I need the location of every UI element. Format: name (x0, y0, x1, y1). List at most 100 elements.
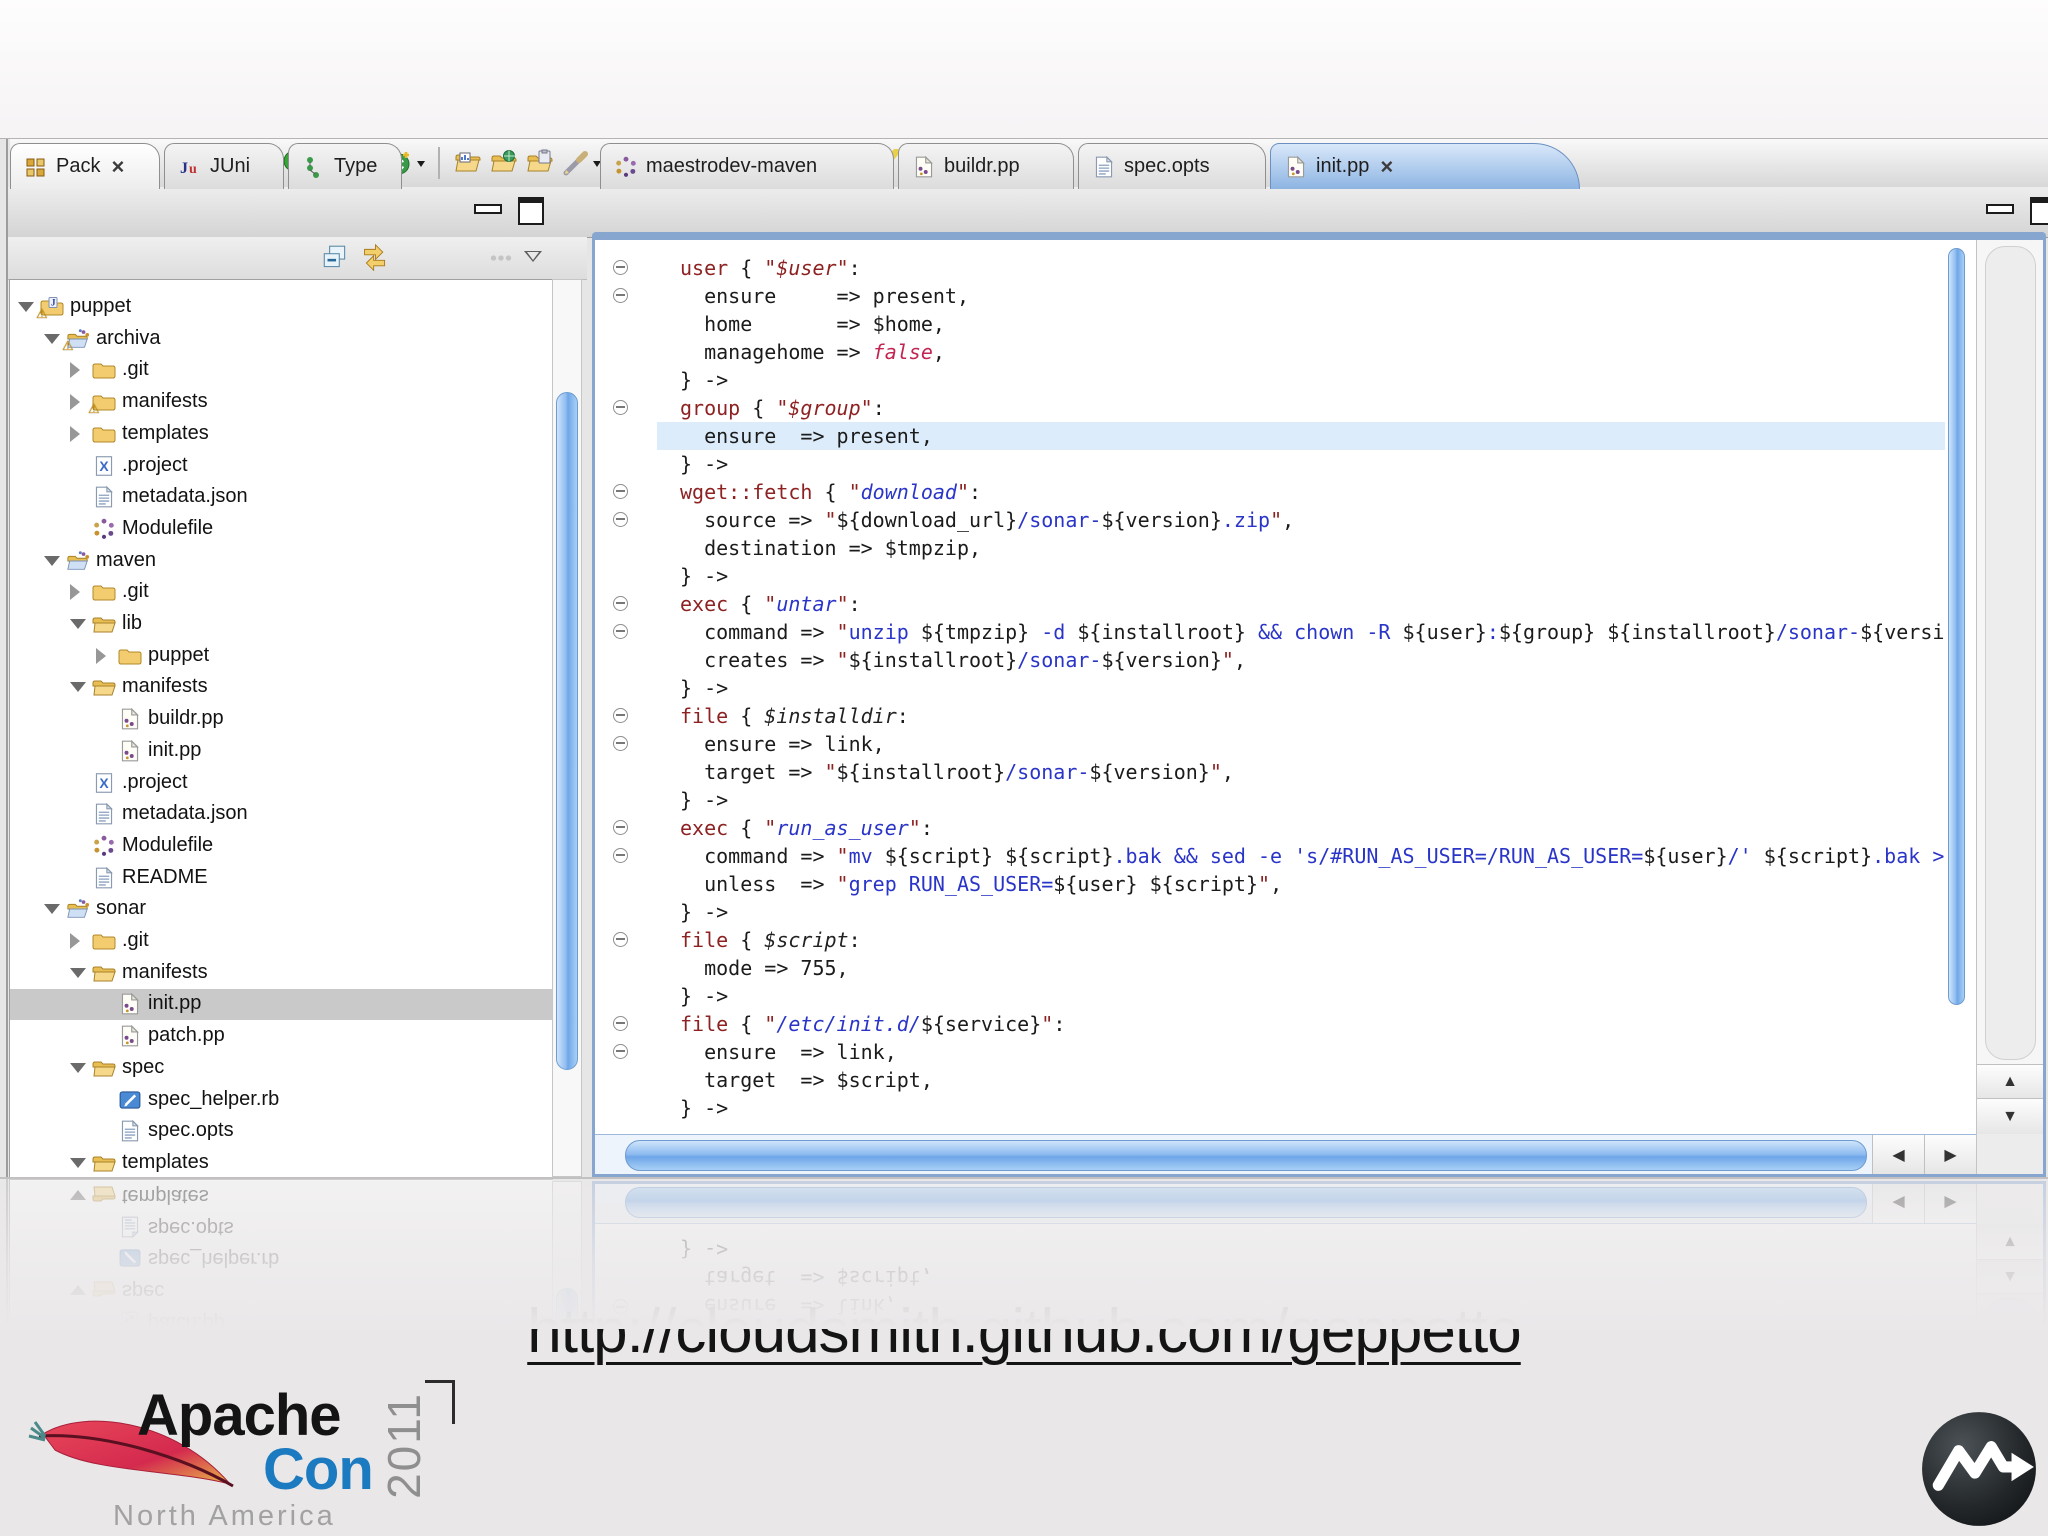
link-with-editor-icon[interactable] (360, 243, 390, 273)
fold-minus-icon[interactable] (613, 288, 628, 303)
tree-item-init-pp[interactable]: init.pp (10, 989, 553, 1020)
svg-text:J: J (51, 298, 56, 308)
expanded-arrow-icon[interactable] (44, 556, 60, 566)
fold-minus-icon[interactable] (613, 820, 628, 835)
tree-item-Modulefile[interactable]: Modulefile (10, 831, 553, 862)
maximize-icon[interactable] (518, 197, 544, 225)
collapsed-arrow-icon[interactable] (70, 584, 80, 600)
editor-tab-maestrodev-maven[interactable]: maestrodev-maven (600, 143, 894, 189)
minimize-icon[interactable] (474, 204, 502, 214)
scroll-down-icon[interactable]: ▼ (1977, 1098, 2043, 1134)
tree-item-init-pp[interactable]: init.pp (10, 736, 553, 767)
fold-minus-icon[interactable] (613, 932, 628, 947)
tree-item-metadata-json[interactable]: metadata.json (10, 482, 553, 513)
tree-item-archiva[interactable]: ⚠ archiva (10, 324, 553, 355)
code-line: } -> (680, 900, 729, 924)
expanded-arrow-icon[interactable] (70, 619, 86, 629)
collapsed-arrow-icon[interactable] (70, 362, 80, 378)
collapsed-arrow-icon[interactable] (70, 933, 80, 949)
tree-item--git[interactable]: .git (10, 926, 553, 957)
code-line: user { "$user": (680, 256, 861, 280)
fold-minus-icon[interactable] (613, 400, 628, 415)
tree-item-README[interactable]: README (10, 863, 553, 894)
fold-minus-icon[interactable] (613, 260, 628, 275)
expanded-arrow-icon[interactable] (70, 1158, 86, 1168)
editor-horizontal-scrollbar[interactable]: ◀ ▶ (595, 1134, 1976, 1174)
tree-item-maven[interactable]: maven (10, 546, 553, 577)
tree-item-puppet[interactable]: puppet (10, 641, 553, 672)
editor-minimize-icon[interactable] (1986, 204, 2014, 214)
tree-item-patch-pp[interactable]: patch.pp (10, 1021, 553, 1052)
tree-item-templates[interactable]: templates (10, 1148, 553, 1178)
open-clipboard-folder-button[interactable] (525, 148, 555, 178)
tree-item-spec[interactable]: spec (10, 1053, 553, 1084)
expanded-arrow-icon[interactable] (70, 1063, 86, 1073)
tree-item-lib[interactable]: lib (10, 609, 553, 640)
fold-minus-icon[interactable] (613, 484, 628, 499)
tree-item-spec-opts[interactable]: spec.opts (10, 1116, 553, 1147)
fold-minus-icon[interactable] (613, 596, 628, 611)
view-tab-pack[interactable]: Pack × (10, 143, 160, 189)
fold-minus-icon[interactable] (613, 736, 628, 751)
pen-search-button[interactable] (561, 148, 601, 178)
editor-tab-label: maestrodev-maven (646, 155, 818, 177)
view-menu-dropdown-icon[interactable] (524, 251, 542, 262)
expanded-arrow-icon[interactable] (70, 968, 86, 978)
fold-minus-icon[interactable] (613, 512, 628, 527)
open-sphere-folder-button[interactable] (489, 148, 519, 178)
tree-item-manifests[interactable]: ⚠ manifests (10, 387, 553, 418)
code-line: command => "unzip ${tmpzip} -d ${install… (680, 620, 1945, 644)
tree-scrollbar-thumb[interactable] (556, 392, 578, 1070)
expanded-arrow-icon[interactable] (44, 334, 60, 344)
collapsed-arrow-icon[interactable] (70, 426, 80, 442)
expanded-arrow-icon[interactable] (18, 302, 34, 312)
tree-item-templates[interactable]: templates (10, 419, 553, 450)
tree-item-buildr-pp[interactable]: buildr.pp (10, 704, 553, 735)
editor-tab-buildr-pp[interactable]: buildr.pp (898, 143, 1074, 189)
collapse-all-icon[interactable] (320, 243, 350, 273)
scroll-left-icon[interactable]: ◀ (1872, 1135, 1924, 1174)
tree-item-manifests[interactable]: manifests (10, 672, 553, 703)
fold-minus-icon[interactable] (613, 848, 628, 863)
fold-minus-icon[interactable] (613, 1044, 628, 1059)
view-tab-juni[interactable]: Ju JUni (164, 143, 284, 189)
tree-item--project[interactable]: X .project (10, 768, 553, 799)
collapsed-arrow-icon[interactable] (96, 648, 106, 664)
open-chart-folder-icon (453, 148, 483, 178)
editor-maximize-icon[interactable] (2030, 197, 2048, 225)
fold-minus-icon[interactable] (613, 708, 628, 723)
tree-item--git[interactable]: .git (10, 355, 553, 386)
collapsed-arrow-icon[interactable] (70, 394, 80, 410)
expanded-arrow-icon[interactable] (70, 682, 86, 692)
close-icon[interactable]: × (1380, 155, 1393, 178)
tree-item--git[interactable]: .git (10, 577, 553, 608)
fold-minus-icon[interactable] (613, 1016, 628, 1031)
tree-item-sonar[interactable]: sonar (10, 894, 553, 925)
code-editor[interactable]: user { "$user": ensure => present, home … (657, 240, 1945, 1134)
tree-item-puppet[interactable]: J ⚠ puppet (10, 292, 553, 323)
horizontal-scrollbar-thumb[interactable] (625, 1140, 1867, 1171)
editor-tab-spec-opts[interactable]: spec.opts (1078, 143, 1266, 189)
fold-minus-icon[interactable] (613, 624, 628, 639)
view-menu-icon[interactable] (486, 243, 516, 273)
open-chart-folder-button[interactable] (453, 148, 483, 178)
scroll-up-icon[interactable]: ▲ (1977, 1064, 2043, 1098)
code-line: file { $installdir: (680, 704, 909, 728)
view-tab-label: Pack (56, 155, 101, 177)
close-icon[interactable]: × (111, 155, 124, 178)
tree-item-Modulefile[interactable]: Modulefile (10, 514, 553, 545)
editor-vertical-scrollbar[interactable]: ▲ ▼ (1976, 240, 2043, 1134)
tree-item-manifests[interactable]: manifests (10, 958, 553, 989)
editor-tab-init-pp[interactable]: init.pp × (1270, 143, 1580, 189)
tree-item--project[interactable]: X .project (10, 451, 553, 482)
view-tab-type[interactable]: Type (288, 143, 402, 189)
editor-vertical-scrollbar-thumb[interactable] (1948, 248, 1965, 1005)
vertical-scroll-track-thumb[interactable] (1985, 246, 2036, 1060)
code-line: } -> (680, 1096, 729, 1120)
scroll-right-icon[interactable]: ▶ (1924, 1135, 1976, 1174)
tree-item-spec_helper-rb[interactable]: spec_helper.rb (10, 1085, 553, 1116)
tree-item-metadata-json[interactable]: metadata.json (10, 799, 553, 830)
expanded-arrow-icon[interactable] (44, 904, 60, 914)
tree-scrollbar[interactable] (552, 279, 582, 1177)
tree-item-label: metadata.json (122, 802, 248, 824)
